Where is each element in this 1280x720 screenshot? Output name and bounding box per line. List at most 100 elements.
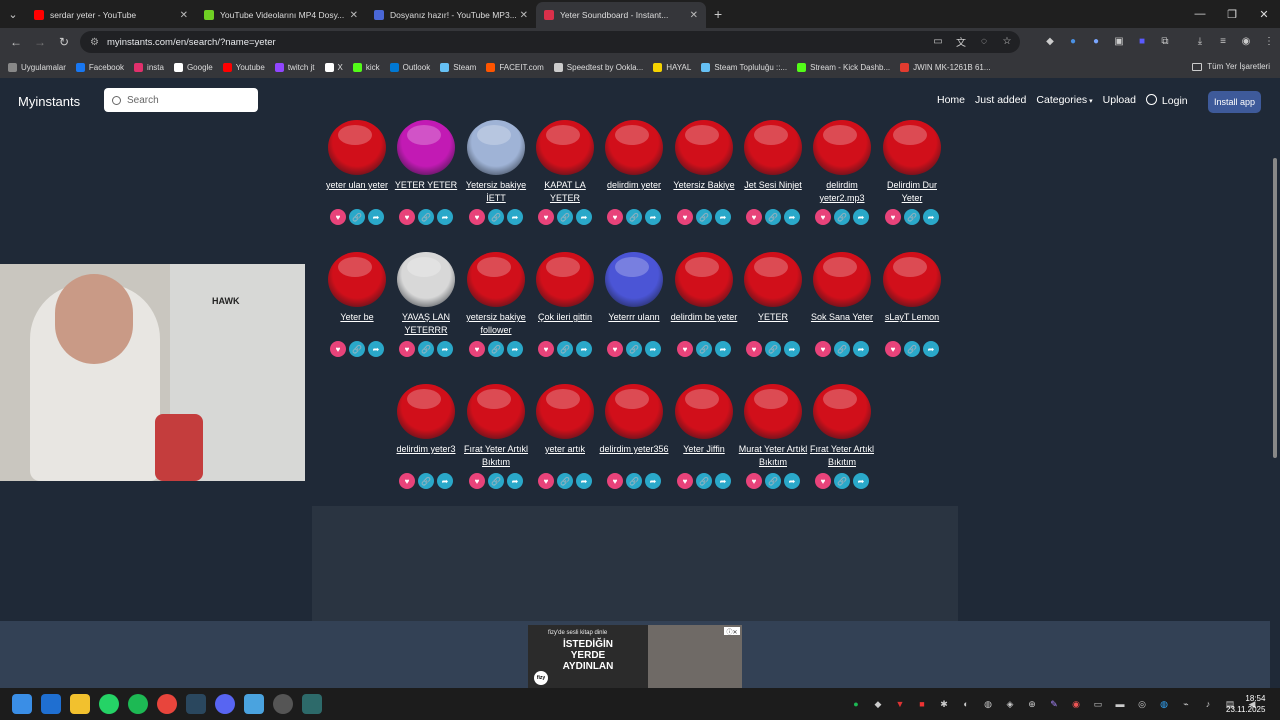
favorite-heart-icon[interactable]: ♥ [885, 341, 901, 357]
play-sound-button[interactable] [397, 120, 455, 175]
copy-link-icon[interactable]: 🔗 [626, 341, 642, 357]
system-clock[interactable]: 18:54 23.11.2025 [1226, 693, 1265, 715]
sound-title-link[interactable]: Yeterrr ulann [599, 311, 669, 339]
tray-icon-6[interactable]: ◐ [958, 696, 974, 712]
sound-title-link[interactable]: Yeter Jiffin [669, 443, 739, 471]
ad-banner[interactable]: fizy'de sesli kitap dinle İSTEDİĞİN YERD… [528, 625, 742, 688]
discord-icon[interactable] [215, 694, 235, 714]
share-icon[interactable]: ➦ [368, 209, 384, 225]
play-sound-button[interactable] [883, 120, 941, 175]
bookmark-item[interactable]: Steam [440, 62, 476, 72]
favorite-heart-icon[interactable]: ♥ [677, 341, 693, 357]
share-icon[interactable]: ➦ [645, 473, 661, 489]
ad-close-icon[interactable]: ⓘ✕ [724, 627, 740, 636]
play-sound-button[interactable] [744, 120, 802, 175]
share-icon[interactable]: ➦ [923, 341, 939, 357]
browser-tab[interactable]: Dosyanız hazır! - YouTube MP3... ✕ [366, 2, 536, 28]
bookmark-star-icon[interactable]: ☆ [999, 33, 1015, 49]
windows-start-icon[interactable] [12, 694, 32, 714]
copy-link-icon[interactable]: 🔗 [488, 341, 504, 357]
tray-icon-13[interactable]: ▬ [1112, 696, 1128, 712]
outlook-icon[interactable] [41, 694, 61, 714]
install-app-button[interactable]: Install app [1208, 91, 1261, 113]
cast-icon[interactable]: ▭ [930, 33, 946, 49]
bookmark-item[interactable]: insta [134, 62, 164, 72]
translate-icon[interactable]: 文 [953, 33, 969, 49]
favorite-heart-icon[interactable]: ♥ [330, 341, 346, 357]
share-icon[interactable]: ➦ [784, 473, 800, 489]
bookmark-item[interactable]: Stream - Kick Dashb... [797, 62, 890, 72]
favorite-heart-icon[interactable]: ♥ [538, 473, 554, 489]
back-icon[interactable]: ← [4, 35, 28, 49]
sound-title-link[interactable]: Sok Sana Yeter [807, 311, 877, 339]
favorite-heart-icon[interactable]: ♥ [399, 473, 415, 489]
sound-title-link[interactable]: YETER [738, 311, 808, 339]
copy-link-icon[interactable]: 🔗 [488, 209, 504, 225]
mic-tray-icon[interactable]: ♪ [1200, 696, 1216, 712]
sound-title-link[interactable]: yetersiz bakiye follower [461, 311, 531, 339]
sound-title-link[interactable]: delirdim yeter3 [391, 443, 461, 471]
extension-icon-5[interactable]: ■ [1134, 33, 1150, 49]
copy-link-icon[interactable]: 🔗 [834, 341, 850, 357]
play-sound-button[interactable] [397, 252, 455, 307]
sound-title-link[interactable]: delirdim yeter [599, 179, 669, 207]
favorite-heart-icon[interactable]: ♥ [538, 341, 554, 357]
site-logo[interactable]: Myinstants [18, 94, 80, 109]
play-sound-button[interactable] [536, 252, 594, 307]
new-tab-icon[interactable]: + [714, 6, 722, 22]
sound-title-link[interactable]: yeter ulan yeter [322, 179, 392, 207]
sound-title-link[interactable]: yeter artık [530, 443, 600, 471]
app-icon[interactable] [273, 694, 293, 714]
sound-title-link[interactable]: Fırat Yeter Artıkl Bıkıtım [807, 443, 877, 471]
bookmark-item[interactable]: twitch jt [274, 62, 315, 72]
steam-icon[interactable] [186, 694, 206, 714]
play-sound-button[interactable] [675, 384, 733, 439]
sound-title-link[interactable]: Yetersiz Bakiye [669, 179, 739, 207]
tray-icon-12[interactable]: ▭ [1090, 696, 1106, 712]
favorite-heart-icon[interactable]: ♥ [677, 473, 693, 489]
copy-link-icon[interactable]: 🔗 [696, 209, 712, 225]
play-sound-button[interactable] [744, 252, 802, 307]
favorite-heart-icon[interactable]: ♥ [677, 209, 693, 225]
play-sound-button[interactable] [883, 252, 941, 307]
tab-search-icon[interactable]: ⌄ [0, 0, 26, 28]
copy-link-icon[interactable]: 🔗 [765, 473, 781, 489]
sound-title-link[interactable]: Jet Sesi Ninjet [738, 179, 808, 207]
play-sound-button[interactable] [536, 120, 594, 175]
copy-link-icon[interactable]: 🔗 [834, 209, 850, 225]
play-sound-button[interactable] [328, 252, 386, 307]
tab-close-icon[interactable]: ✕ [350, 10, 358, 21]
share-icon[interactable]: ➦ [784, 209, 800, 225]
play-sound-button[interactable] [467, 120, 525, 175]
sound-title-link[interactable]: Fırat Yeter Artıkl Bıkıtım [461, 443, 531, 471]
bookmark-item[interactable]: Uygulamalar [8, 62, 66, 72]
copy-link-icon[interactable]: 🔗 [418, 473, 434, 489]
share-icon[interactable]: ➦ [853, 473, 869, 489]
tray-icon-4[interactable]: ■ [914, 696, 930, 712]
bookmark-item[interactable]: Speedtest by Ookla... [553, 62, 643, 72]
share-icon[interactable]: ➦ [507, 341, 523, 357]
extension-icon-4[interactable]: ▣ [1111, 33, 1127, 49]
share-icon[interactable]: ➦ [437, 209, 453, 225]
copy-link-icon[interactable]: 🔗 [696, 473, 712, 489]
file-explorer-icon[interactable] [70, 694, 90, 714]
download-icon[interactable]: ⤓ [1192, 33, 1208, 49]
favorite-heart-icon[interactable]: ♥ [399, 209, 415, 225]
tab-close-icon[interactable]: ✕ [520, 10, 528, 21]
nav-login[interactable]: Login [1145, 94, 1188, 107]
minimize-icon[interactable]: — [1184, 0, 1216, 28]
nav-categories[interactable]: Categories ▾ [1036, 94, 1092, 107]
bookmark-item[interactable]: FACEIT.com [486, 62, 544, 72]
tray-icon-10[interactable]: ✎ [1046, 696, 1062, 712]
chrome-icon[interactable] [157, 694, 177, 714]
page-scrollbar[interactable] [1270, 78, 1280, 688]
bookmark-item[interactable]: Facebook [75, 62, 124, 72]
nav-home[interactable]: Home [937, 94, 965, 107]
share-icon[interactable]: ➦ [853, 341, 869, 357]
share-icon[interactable]: ➦ [715, 341, 731, 357]
favorite-heart-icon[interactable]: ♥ [815, 341, 831, 357]
tray-icon-14[interactable]: ◎ [1134, 696, 1150, 712]
copy-link-icon[interactable]: 🔗 [557, 209, 573, 225]
play-sound-button[interactable] [605, 120, 663, 175]
copy-link-icon[interactable]: 🔗 [626, 209, 642, 225]
